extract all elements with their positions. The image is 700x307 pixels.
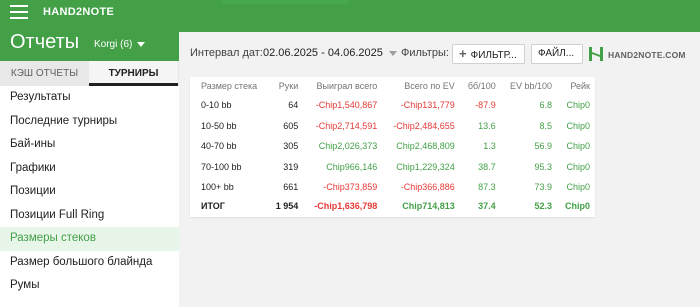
stack-size-cell: 100+ bb [201, 182, 234, 193]
sidebar-item-positions[interactable]: Позиции [0, 180, 179, 204]
filters-label: Фильтры: [401, 47, 449, 59]
won-total-cell: Chip2,026,373 [318, 141, 378, 152]
app-brand: HAND2NOTE [43, 6, 115, 18]
table-row[interactable]: 100+ bb 661 -Chip373,859 -Chip366,886 87.3 73… [190, 177, 595, 198]
rake-cell: Chip0 [564, 200, 590, 211]
rake-cell: Chip0 [566, 182, 590, 193]
sidebar-item-results[interactable]: Результаты [0, 86, 179, 110]
header-strip [179, 25, 700, 32]
plus-icon: + [459, 46, 467, 61]
hands-cell: 305 [283, 141, 299, 152]
sidebar-item-big-blind-size[interactable]: Размер большого блайнда [0, 251, 179, 275]
hamburger-menu-icon[interactable] [10, 5, 28, 19]
table-header-row: Размер стека Руки Выиграл всего Всего по… [190, 77, 595, 95]
column-header-stack-size[interactable]: Размер стека [190, 77, 268, 95]
logo-text: HAND2NOTE.COM [608, 50, 686, 60]
table-row[interactable]: 70-100 bb 319 Chip966,146 Chip1,229,324 38.7… [190, 157, 595, 178]
column-header-hands[interactable]: Руки [268, 77, 303, 95]
bb100-cell: 1.3 [483, 141, 496, 152]
hands-cell: 661 [283, 182, 299, 193]
user-selector-label: Korgi (6) [94, 39, 133, 50]
date-range-value: 02.06.2025 - 04.06.2025 [263, 47, 383, 59]
column-header-ev-total[interactable]: Всего по EV [382, 77, 459, 95]
ev-total-cell: Chip714,813 [402, 200, 455, 211]
column-header-ev-bb100[interactable]: EV bb/100 [501, 77, 557, 95]
ev-bb100-cell: 95.3 [534, 161, 553, 172]
tab-tournaments[interactable]: ТУРНИРЫ [89, 61, 178, 86]
date-interval-label: Интервал дат: [190, 47, 263, 59]
sidebar-item-positions-full-ring[interactable]: Позиции Full Ring [0, 204, 179, 228]
rake-cell: Chip0 [566, 100, 590, 111]
table-row[interactable]: 0-10 bb 64 -Chip1,540,867 -Chip131,779 -87.9… [190, 95, 595, 116]
column-header-won-total[interactable]: Выиграл всего [303, 77, 382, 95]
stack-size-cell: 0-10 bb [201, 100, 232, 111]
stack-size-cell: 10-50 bb [201, 120, 237, 131]
bb100-cell: 13.6 [478, 120, 496, 131]
ev-total-cell: -Chip131,779 [400, 100, 455, 111]
sidebar-report-list: Результаты Последние турниры Бай-ины Гра… [0, 86, 179, 298]
stack-size-cell: 40-70 bb [201, 141, 237, 152]
sidebar-header: Отчеты Korgi (6) [0, 25, 179, 61]
date-range-selector[interactable]: 02.06.2025 - 04.06.2025 [263, 47, 397, 59]
sidebar-item-graphs[interactable]: Графики [0, 157, 179, 181]
bb100-cell: -87.9 [475, 100, 496, 111]
hand2note-logo-icon [589, 47, 603, 61]
ev-total-cell: -Chip2,484,655 [393, 120, 455, 131]
ev-bb100-cell: 73.9 [534, 182, 553, 193]
dropdown-caret-icon [137, 41, 146, 47]
ev-total-cell: Chip2,468,809 [396, 141, 455, 152]
top-bar-ghost [220, 0, 350, 4]
rake-cell: Chip0 [566, 141, 590, 152]
table-row[interactable]: 40-70 bb 305 Chip2,026,373 Chip2,468,809 1.3… [190, 136, 595, 157]
sidebar-item-stack-sizes[interactable]: Размеры стеков [0, 227, 179, 251]
tab-cash-reports[interactable]: КЭШ ОТЧЕТЫ [0, 61, 89, 86]
hands-cell: 1 954 [275, 200, 299, 211]
ev-total-cell: Chip1,229,324 [396, 161, 455, 172]
table-row[interactable]: 10-50 bb 605 -Chip2,714,591 -Chip2,484,655 1… [190, 116, 595, 137]
hands-cell: 605 [283, 120, 299, 131]
hands-cell: 64 [288, 100, 299, 111]
ev-total-cell: -Chip366,886 [400, 182, 455, 193]
won-total-cell: -Chip373,859 [323, 182, 378, 193]
table-total-row[interactable]: ИТОГ 1 954 -Chip1,636,798 Chip714,813 37.4 52… [190, 198, 595, 214]
column-header-rake[interactable]: Рейк [557, 77, 595, 95]
ev-bb100-cell: 8.5 [539, 120, 553, 131]
bb100-cell: 38.7 [478, 161, 496, 172]
top-app-bar: HAND2NOTE [0, 0, 700, 25]
ev-bb100-cell: 56.9 [534, 141, 553, 152]
main-content: Интервал дат: 02.06.2025 - 04.06.2025 Фи… [179, 25, 700, 307]
rake-cell: Chip0 [566, 120, 590, 131]
bb100-cell: 37.4 [478, 200, 496, 211]
sidebar-item-rooms[interactable]: Румы [0, 274, 179, 298]
column-header-bb100[interactable]: бб/100 [460, 77, 501, 95]
ev-bb100-cell: 6.8 [539, 100, 553, 111]
user-selector[interactable]: Korgi (6) [94, 39, 146, 50]
file-button[interactable]: ФАЙЛ... [531, 44, 583, 64]
won-total-cell: -Chip2,714,591 [315, 120, 378, 131]
file-button-label: ФАЙЛ... [538, 48, 575, 59]
rake-cell: Chip0 [566, 161, 590, 172]
report-type-tabs: КЭШ ОТЧЕТЫ ТУРНИРЫ [0, 61, 179, 86]
ev-bb100-cell: 52.3 [534, 200, 553, 211]
filter-bar: Интервал дат: 02.06.2025 - 04.06.2025 Фи… [179, 32, 700, 68]
sidebar-item-recent-tournaments[interactable]: Последние турниры [0, 110, 179, 134]
stack-size-report-card: Размер стека Руки Выиграл всего Всего по… [190, 77, 595, 217]
add-filter-label: ФИЛЬТР... [470, 50, 517, 61]
stack-size-cell: ИТОГ [201, 200, 225, 211]
stack-size-table: Размер стека Руки Выиграл всего Всего по… [190, 77, 595, 214]
bb100-cell: 87.3 [478, 182, 496, 193]
add-filter-button[interactable]: + ФИЛЬТР... [452, 44, 525, 64]
dropdown-caret-icon [388, 50, 397, 56]
won-total-cell: -Chip1,540,867 [315, 100, 378, 111]
sidebar-title: Отчеты [10, 31, 80, 53]
stack-size-cell: 70-100 bb [201, 161, 242, 172]
sidebar: Отчеты Korgi (6) КЭШ ОТЧЕТЫ ТУРНИРЫ Резу… [0, 25, 179, 307]
won-total-cell: -Chip1,636,798 [314, 200, 378, 211]
sidebar-item-buyins[interactable]: Бай-ины [0, 133, 179, 157]
hands-cell: 319 [283, 161, 299, 172]
won-total-cell: Chip966,146 [326, 161, 378, 172]
